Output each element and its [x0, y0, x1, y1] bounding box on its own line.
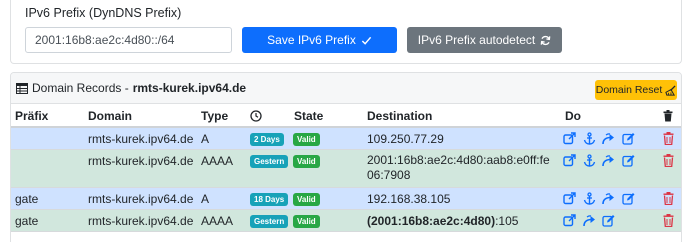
row-type: A — [201, 132, 210, 146]
ipv6-prefix-card: IPv6 Prefix (DynDNS Prefix) Save IPv6 Pr… — [10, 0, 682, 64]
status-badge: Valid — [293, 155, 320, 168]
header-prefix: Präfix — [15, 109, 49, 123]
row-domain: rmts-kurek.ipv64.de — [88, 192, 194, 206]
ipv6-prefix-autodetect-button[interactable]: IPv6 Prefix autodetect — [407, 27, 562, 53]
row-type: AAAA — [201, 154, 234, 168]
row-destination: 109.250.77.29 — [367, 132, 444, 146]
header-type: Type — [201, 109, 229, 123]
external-link-icon[interactable] — [563, 192, 576, 205]
records-table-header: Präfix Domain Type State Destination Do — [11, 104, 681, 128]
status-badge: Valid — [293, 193, 320, 206]
header-do: Do — [565, 109, 581, 123]
row-destination: 2001:16b8:ae2c:4d80:aab8:e0ff:fe06:7908 — [367, 153, 550, 182]
row-type: A — [201, 192, 210, 206]
row-domain: rmts-kurek.ipv64.de — [88, 214, 194, 228]
broom-icon — [665, 84, 676, 96]
table-row: rmts-kurek.ipv64.de A 2 Days Valid 109.2… — [11, 128, 681, 150]
row-prefix: gate — [15, 214, 39, 228]
external-link-icon[interactable] — [563, 132, 576, 145]
delete-icon[interactable] — [663, 192, 674, 205]
header-state: State — [294, 109, 324, 123]
edit-icon[interactable] — [602, 214, 615, 227]
domain-records-header: Domain Records - rmts-kurek.ipv64.de Dom… — [11, 73, 681, 104]
delete-icon[interactable] — [663, 132, 674, 145]
row-type: AAAA — [201, 214, 234, 228]
header-destination: Destination — [367, 109, 433, 123]
status-badge: Valid — [293, 133, 320, 146]
header-domain: Domain — [88, 109, 133, 123]
age-badge: Gestern — [250, 215, 289, 228]
row-domain: rmts-kurek.ipv64.de — [88, 132, 194, 146]
refresh-icon — [540, 35, 551, 45]
status-badge: Valid — [293, 215, 320, 228]
anchor-icon[interactable] — [583, 132, 596, 145]
share-icon[interactable] — [602, 132, 615, 145]
external-link-icon[interactable] — [563, 154, 576, 167]
row-domain: rmts-kurek.ipv64.de — [88, 154, 194, 168]
check-icon — [361, 36, 372, 45]
share-icon[interactable] — [602, 154, 615, 167]
edit-icon[interactable] — [622, 154, 635, 167]
table-row: gate rmts-kurek.ipv64.de A 18 Days Valid… — [11, 188, 681, 210]
row-destination-prefix: (2001:16b8:ae2c:4d80) — [367, 214, 496, 228]
share-icon[interactable] — [583, 214, 596, 227]
row-destination: 192.168.38.105 — [367, 192, 451, 206]
age-badge: 2 Days — [250, 133, 284, 146]
ipv6-prefix-input[interactable] — [25, 27, 232, 53]
clock-icon — [250, 110, 262, 122]
anchor-icon[interactable] — [583, 192, 596, 205]
ipv6-prefix-autodetect-label: IPv6 Prefix autodetect — [417, 33, 536, 47]
domain-reset-button[interactable]: Domain Reset — [595, 80, 677, 100]
table-row: rmts-kurek.ipv64.de AAAA Gestern Valid 2… — [11, 150, 681, 188]
domain-records-title-prefix: Domain Records - — [32, 81, 129, 95]
row-prefix: gate — [15, 192, 39, 206]
domain-records-card: Domain Records - rmts-kurek.ipv64.de Dom… — [10, 72, 682, 242]
edit-icon[interactable] — [622, 132, 635, 145]
table-row: gate rmts-kurek.ipv64.de AAAA Gestern Va… — [11, 210, 681, 232]
save-ipv6-prefix-label: Save IPv6 Prefix — [267, 33, 356, 47]
age-badge: Gestern — [250, 155, 289, 168]
save-ipv6-prefix-button[interactable]: Save IPv6 Prefix — [242, 27, 397, 53]
age-badge: 18 Days — [250, 193, 289, 206]
trash-icon — [663, 110, 673, 122]
external-link-icon[interactable] — [563, 214, 576, 227]
domain-records-title: Domain Records - rmts-kurek.ipv64.de — [16, 81, 246, 95]
anchor-icon[interactable] — [583, 154, 596, 167]
domain-reset-label: Domain Reset — [595, 84, 663, 96]
share-icon[interactable] — [602, 192, 615, 205]
table-icon — [16, 82, 28, 94]
ipv6-prefix-title: IPv6 Prefix (DynDNS Prefix) — [25, 6, 182, 20]
delete-icon[interactable] — [663, 154, 674, 167]
domain-records-title-domain: rmts-kurek.ipv64.de — [132, 81, 247, 95]
row-destination: (2001:16b8:ae2c:4d80):105 — [367, 214, 557, 229]
row-destination-suffix: :105 — [495, 214, 519, 228]
edit-icon[interactable] — [622, 192, 635, 205]
delete-icon[interactable] — [663, 214, 674, 227]
